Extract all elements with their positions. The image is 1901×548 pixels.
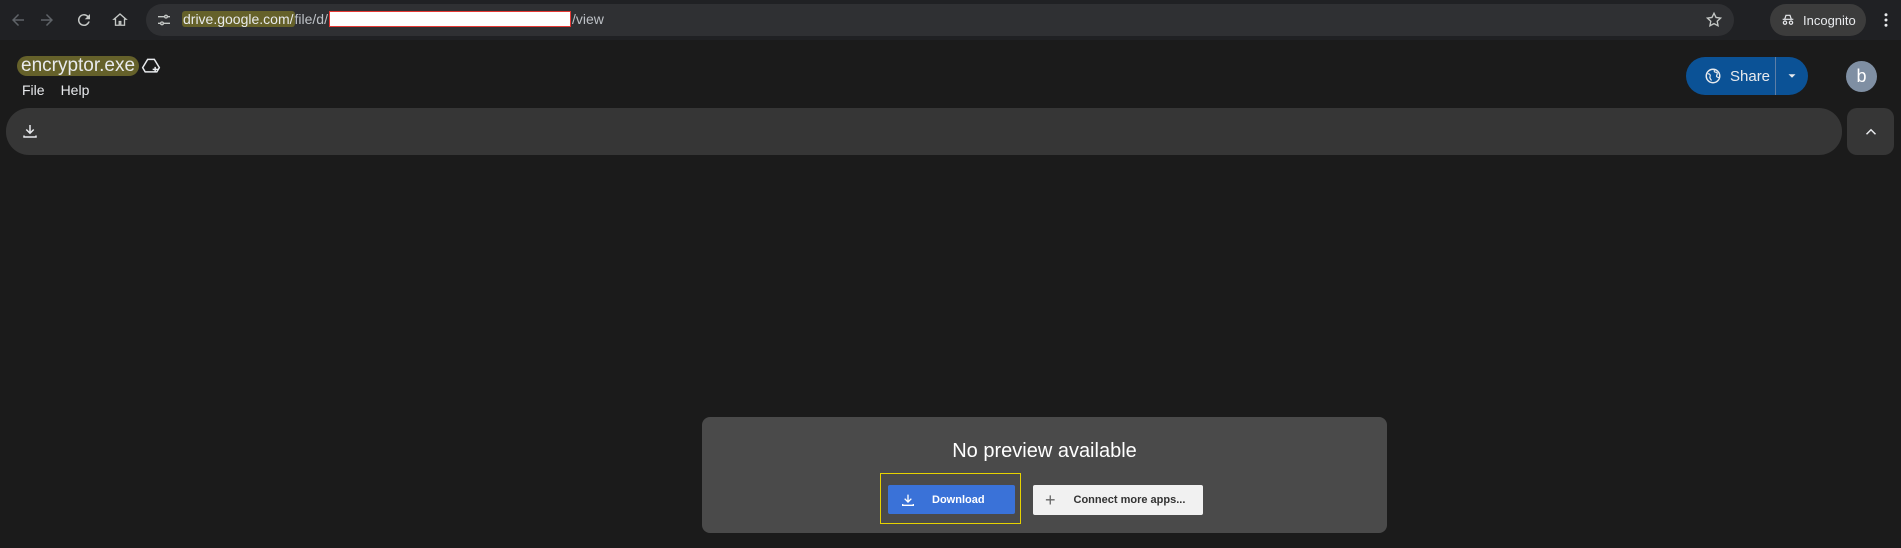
connect-more-apps-button[interactable]: + Connect more apps... <box>1033 485 1203 515</box>
share-button[interactable]: Share <box>1686 57 1776 95</box>
caret-down-icon <box>1788 74 1796 78</box>
site-info-icon <box>158 14 170 26</box>
toolbar-download-button[interactable] <box>21 122 39 140</box>
url-host: drive.google.com/ <box>182 11 295 27</box>
menu-help[interactable]: Help <box>61 82 90 98</box>
globe-icon <box>1705 68 1721 84</box>
url-path: file/d/ <box>294 11 328 27</box>
forward-icon <box>41 14 53 26</box>
menu-bar: File Help <box>22 82 105 98</box>
download-button[interactable]: Download <box>888 485 1015 514</box>
file-name: encryptor.exe <box>17 56 140 76</box>
browser-menu-button[interactable] <box>1876 8 1896 32</box>
forward-button[interactable] <box>29 2 65 38</box>
connect-apps-label: Connect more apps... <box>1073 494 1186 506</box>
no-preview-card: No preview available Download + Connect … <box>702 417 1387 533</box>
share-label: Share <box>1730 67 1771 85</box>
home-icon <box>112 13 128 26</box>
no-preview-message: No preview available <box>952 440 1137 462</box>
reload-icon <box>77 14 90 27</box>
redacted-file-id <box>328 11 571 27</box>
add-to-drive-icon <box>141 58 161 73</box>
add-shortcut-to-drive-button[interactable] <box>141 56 161 76</box>
menu-file[interactable]: File <box>22 82 45 98</box>
share-button-group: Share <box>1686 57 1808 95</box>
download-icon <box>902 494 914 506</box>
back-icon <box>12 14 24 26</box>
browser-toolbar: drive.google.com/ file/d/ /view Incognit… <box>0 0 1901 40</box>
viewer-toolbar <box>6 108 1842 155</box>
bookmark-button[interactable] <box>1704 10 1724 30</box>
url-suffix: /view <box>571 11 604 27</box>
site-info-button[interactable] <box>154 10 174 30</box>
incognito-indicator[interactable]: Incognito <box>1770 4 1866 36</box>
home-button[interactable] <box>102 2 138 38</box>
collapse-header-button[interactable] <box>1847 108 1894 155</box>
reload-button[interactable] <box>66 2 102 38</box>
url-text[interactable]: drive.google.com/ file/d/ /view <box>182 11 604 27</box>
avatar[interactable]: b <box>1846 61 1877 92</box>
incognito-icon <box>1782 14 1794 25</box>
bookmark-star-icon <box>1705 11 1723 28</box>
share-dropdown-button[interactable] <box>1776 69 1808 83</box>
address-bar[interactable]: drive.google.com/ file/d/ /view <box>146 4 1734 36</box>
download-label: Download <box>932 493 985 506</box>
more-vert-icon <box>1884 13 1888 27</box>
download-icon <box>23 125 37 138</box>
incognito-label: Incognito <box>1803 12 1856 28</box>
plus-icon: + <box>1045 490 1056 510</box>
chevron-up-icon <box>1865 128 1876 135</box>
